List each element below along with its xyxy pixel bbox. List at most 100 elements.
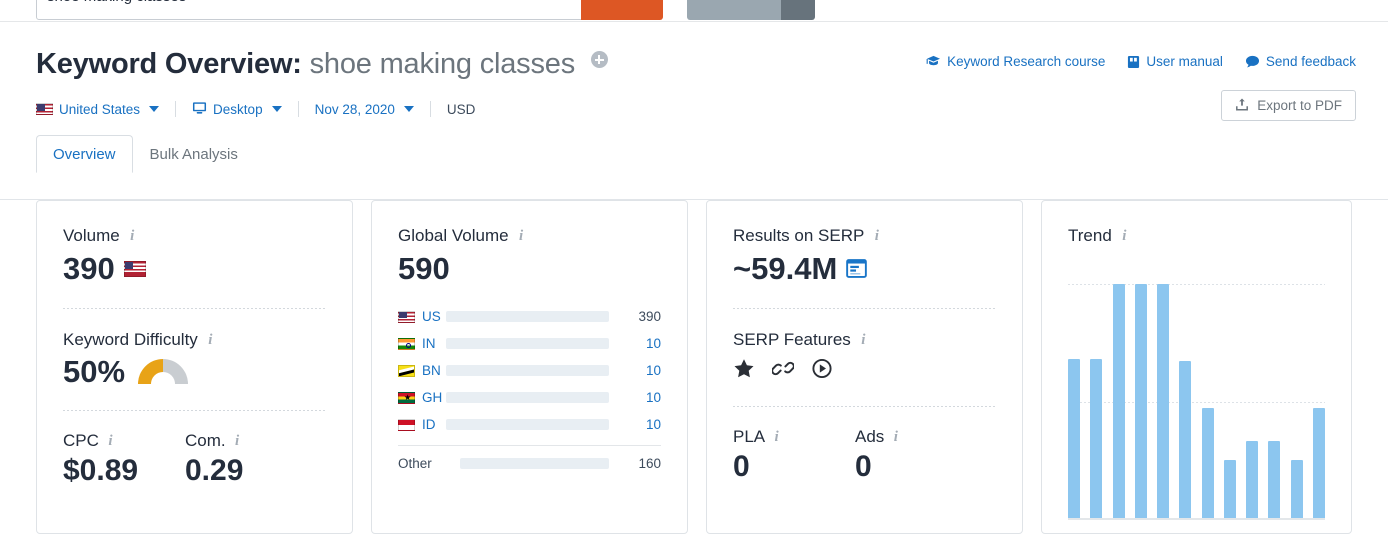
user-manual-link[interactable]: User manual — [1127, 54, 1223, 69]
sitelinks-chain-icon[interactable] — [772, 358, 794, 384]
volume-bar-track — [446, 419, 609, 430]
chart-bar[interactable] — [1179, 361, 1191, 518]
volume-label: Volume — [63, 226, 120, 246]
chart-bar[interactable] — [1135, 284, 1147, 518]
chevron-down-icon — [149, 106, 159, 112]
info-icon[interactable]: i — [516, 229, 527, 244]
other-volume-value: 160 — [619, 456, 661, 471]
pla-value: 0 — [733, 450, 855, 484]
tab-bulk-analysis[interactable]: Bulk Analysis — [133, 135, 255, 173]
com-label: Com. — [185, 431, 226, 451]
chart-bar[interactable] — [1090, 359, 1102, 518]
info-icon[interactable]: i — [127, 229, 138, 244]
cpc-com-row: CPC i $0.89 Com. i 0.29 — [63, 431, 326, 488]
country-code: ID — [422, 417, 436, 432]
tab-overview[interactable]: Overview — [36, 135, 133, 173]
info-icon[interactable]: i — [771, 430, 782, 445]
chart-bar[interactable] — [1202, 408, 1214, 518]
secondary-action-button[interactable] — [687, 0, 781, 20]
export-to-pdf-button[interactable]: Export to PDF — [1221, 90, 1356, 121]
volume-bar-track — [446, 338, 609, 349]
other-label: Other — [398, 456, 460, 471]
volume-label-row: Volume i — [63, 226, 326, 246]
filter-divider — [175, 101, 176, 117]
results-on-serp-label: Results on SERP — [733, 226, 864, 246]
upload-icon — [1235, 97, 1249, 115]
country-volume-value: 390 — [619, 309, 661, 324]
volume-value: 390 — [63, 252, 115, 286]
header-links: Keyword Research course User manual Send… — [926, 54, 1356, 69]
graduation-cap-icon — [926, 55, 941, 68]
chevron-down-icon — [404, 106, 414, 112]
info-icon[interactable]: i — [858, 333, 869, 348]
pla-label: PLA — [733, 427, 765, 447]
book-icon — [1127, 55, 1140, 69]
pla-metric: PLA i 0 — [733, 427, 855, 484]
filter-divider — [430, 101, 431, 117]
filter-date[interactable]: Nov 28, 2020 — [315, 102, 414, 117]
list-item[interactable]: ID 10 — [398, 411, 661, 438]
plus-circle-icon[interactable] — [591, 51, 608, 68]
chart-bar[interactable] — [1113, 284, 1125, 518]
chart-bar[interactable] — [1224, 460, 1236, 519]
cpc-value: $0.89 — [63, 454, 185, 488]
list-item-other: Other 160 — [398, 450, 661, 477]
divider — [63, 308, 326, 309]
export-to-pdf-label: Export to PDF — [1257, 98, 1342, 113]
page-title-prefix: Keyword Overview: — [36, 48, 302, 80]
country-code-cell: BN — [398, 363, 446, 378]
serp-features-label-row: SERP Features i — [733, 330, 996, 350]
chart-bar[interactable] — [1246, 441, 1258, 518]
info-icon[interactable]: i — [105, 434, 116, 449]
info-icon[interactable]: i — [232, 434, 243, 449]
volume-bar-track — [446, 365, 609, 376]
list-item[interactable]: US 390 — [398, 303, 661, 330]
country-volume-value: 10 — [619, 336, 661, 351]
chart-bar[interactable] — [1268, 441, 1280, 518]
filter-country[interactable]: United States — [36, 102, 159, 117]
serp-window-icon[interactable] — [846, 252, 867, 286]
country-code: IN — [422, 336, 436, 351]
secondary-action-dropdown-caret[interactable] — [781, 0, 815, 20]
video-play-icon[interactable] — [811, 358, 833, 384]
com-metric: Com. i 0.29 — [185, 431, 307, 488]
results-on-serp-label-row: Results on SERP i — [733, 226, 996, 246]
list-item[interactable]: BN 10 — [398, 357, 661, 384]
volume-bar-track — [446, 392, 609, 403]
send-feedback-link[interactable]: Send feedback — [1245, 54, 1356, 69]
info-icon[interactable]: i — [871, 229, 882, 244]
com-label-row: Com. i — [185, 431, 307, 451]
list-item[interactable]: IN 10 — [398, 330, 661, 357]
results-on-serp-value-row: ~59.4M — [733, 252, 996, 286]
filter-device[interactable]: Desktop — [192, 101, 282, 118]
global-volume-label: Global Volume — [398, 226, 509, 246]
keyword-research-course-link[interactable]: Keyword Research course — [926, 54, 1105, 69]
chart-bar[interactable] — [1157, 284, 1169, 518]
info-icon[interactable]: i — [205, 333, 216, 348]
chart-bar[interactable] — [1313, 408, 1325, 518]
com-value: 0.29 — [185, 454, 307, 488]
list-item[interactable]: GH 10 — [398, 384, 661, 411]
chevron-down-icon — [272, 106, 282, 112]
flag-us-icon — [398, 311, 415, 323]
global-volume-card: Global Volume i 590 US 390 — [371, 200, 688, 534]
send-feedback-label: Send feedback — [1266, 54, 1356, 69]
chart-bar[interactable] — [1068, 359, 1080, 518]
reviews-star-icon[interactable] — [733, 358, 755, 384]
divider — [63, 410, 326, 411]
tab-bar: Overview Bulk Analysis — [36, 135, 255, 173]
chart-bar[interactable] — [1291, 460, 1303, 519]
country-code: BN — [422, 363, 441, 378]
keyword-search-input[interactable]: shoe making classes — [36, 0, 582, 20]
flag-in-icon — [398, 338, 415, 350]
flag-gh-icon — [398, 392, 415, 404]
pla-ads-row: PLA i 0 Ads i 0 — [733, 427, 996, 484]
volume-bar-track — [460, 458, 609, 469]
country-volume-value: 10 — [619, 417, 661, 432]
flag-us-icon — [124, 261, 146, 277]
info-icon[interactable]: i — [890, 430, 901, 445]
volume-bar-track — [446, 311, 609, 322]
search-button[interactable] — [581, 0, 663, 20]
filter-date-label: Nov 28, 2020 — [315, 102, 395, 117]
info-icon[interactable]: i — [1119, 229, 1130, 244]
